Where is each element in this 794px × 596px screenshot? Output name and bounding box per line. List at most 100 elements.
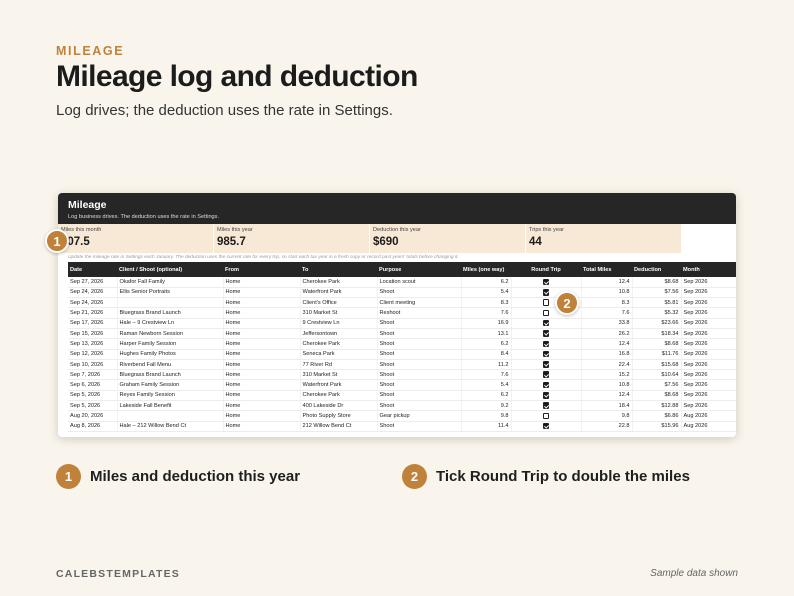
col-deduction[interactable]: Deduction xyxy=(632,262,681,277)
cell-deduction[interactable]: $7.56 xyxy=(632,379,682,391)
cell-from[interactable]: Home xyxy=(223,307,301,319)
cell-month[interactable]: Sep 2026 xyxy=(681,297,736,309)
round-trip-checkbox[interactable] xyxy=(542,299,550,306)
round-trip-checkbox[interactable] xyxy=(542,402,550,409)
cell-to[interactable]: 77 River Rd xyxy=(300,359,378,371)
cell-miles[interactable]: 5.4 xyxy=(461,287,512,299)
cell-month[interactable]: Sep 2026 xyxy=(681,379,736,391)
cell-to[interactable]: Waterfront Park xyxy=(300,379,378,391)
col-month[interactable]: Month xyxy=(681,262,736,277)
cell-from[interactable]: Home xyxy=(223,390,301,402)
cell-miles[interactable]: 11.4 xyxy=(461,421,512,432)
round-trip-checkbox[interactable] xyxy=(542,278,550,286)
cell-client[interactable]: Okafor Fall Family xyxy=(117,277,224,288)
cell-date[interactable]: Sep 5, 2026 xyxy=(68,390,118,402)
cell-miles[interactable]: 7.6 xyxy=(461,369,512,381)
cell-miles[interactable]: 13.1 xyxy=(461,328,512,340)
cell-miles[interactable]: 9.8 xyxy=(461,410,512,422)
cell-client[interactable]: Reyes Family Session xyxy=(117,390,224,402)
cell-from[interactable]: Home xyxy=(223,338,301,350)
round-trip-checkbox[interactable] xyxy=(542,381,550,389)
cell-purpose[interactable]: Location scout xyxy=(377,277,462,288)
cell-month[interactable]: Sep 2026 xyxy=(681,318,736,329)
cell-client[interactable]: Hale – 212 Willow Bend Ct xyxy=(117,421,224,432)
cell-purpose[interactable]: Shoot xyxy=(377,379,462,391)
col-round-trip[interactable]: Round Trip xyxy=(511,262,581,277)
cell-from[interactable]: Home xyxy=(223,318,301,329)
cell-purpose[interactable]: Shoot xyxy=(377,421,462,432)
cell-month[interactable]: Sep 2026 xyxy=(681,307,736,319)
cell-client[interactable]: Graham Family Session xyxy=(117,379,224,391)
cell-date[interactable]: Sep 15, 2026 xyxy=(68,328,118,340)
cell-purpose[interactable]: Shoot xyxy=(377,369,462,381)
cell-purpose[interactable]: Shoot xyxy=(377,390,462,402)
cell-client[interactable]: Lakeside Fall Benefit xyxy=(117,400,224,412)
cell-from[interactable]: Home xyxy=(223,369,301,381)
col-miles[interactable]: Miles (one way) xyxy=(461,262,511,277)
cell-miles[interactable]: 8.3 xyxy=(461,297,512,309)
cell-to[interactable]: Waterfront Park xyxy=(300,287,378,299)
cell-client[interactable]: Bluegrass Brand Launch xyxy=(117,307,224,319)
cell-total-miles[interactable]: 18.4 xyxy=(581,400,633,412)
round-trip-checkbox[interactable] xyxy=(542,330,550,337)
cell-client[interactable] xyxy=(117,410,224,422)
cell-from[interactable]: Home xyxy=(223,297,301,309)
cell-miles[interactable]: 6.2 xyxy=(461,390,512,402)
cell-date[interactable]: Sep 10, 2026 xyxy=(68,359,118,371)
cell-purpose[interactable]: Shoot xyxy=(377,359,462,371)
cell-total-miles[interactable]: 10.8 xyxy=(581,287,633,299)
cell-to[interactable]: Cherokee Park xyxy=(300,277,378,288)
cell-deduction[interactable]: $18.34 xyxy=(632,328,682,340)
cell-month[interactable]: Sep 2026 xyxy=(681,277,736,288)
cell-to[interactable]: Seneca Park xyxy=(300,349,378,360)
cell-deduction[interactable]: $10.64 xyxy=(632,369,682,381)
cell-date[interactable]: Sep 6, 2026 xyxy=(68,379,118,391)
cell-purpose[interactable]: Shoot xyxy=(377,349,462,360)
cell-to[interactable]: 400 Lakeside Dr xyxy=(300,400,378,412)
cell-to[interactable]: Jeffersontown xyxy=(300,328,378,340)
cell-date[interactable]: Aug 8, 2026 xyxy=(68,421,118,432)
round-trip-checkbox[interactable] xyxy=(542,350,550,358)
cell-month[interactable]: Aug 2026 xyxy=(681,421,736,432)
cell-from[interactable]: Home xyxy=(223,287,301,299)
cell-total-miles[interactable]: 12.4 xyxy=(581,338,633,350)
cell-purpose[interactable]: Shoot xyxy=(377,400,462,412)
cell-miles[interactable]: 6.2 xyxy=(461,277,512,288)
cell-purpose[interactable]: Shoot xyxy=(377,318,462,329)
cell-total-miles[interactable]: 9.8 xyxy=(581,410,633,422)
cell-date[interactable]: Sep 27, 2026 xyxy=(68,277,118,288)
cell-month[interactable]: Sep 2026 xyxy=(681,338,736,350)
cell-miles[interactable]: 11.2 xyxy=(461,359,512,371)
cell-client[interactable] xyxy=(117,297,224,309)
cell-date[interactable]: Sep 21, 2026 xyxy=(68,307,118,319)
cell-date[interactable]: Sep 7, 2026 xyxy=(68,369,118,381)
cell-client[interactable]: Ellis Senior Portraits xyxy=(117,287,224,299)
cell-total-miles[interactable]: 22.8 xyxy=(581,421,633,432)
cell-purpose[interactable]: Shoot xyxy=(377,338,462,350)
cell-to[interactable]: 310 Market St xyxy=(300,369,378,381)
col-total-miles[interactable]: Total Miles xyxy=(581,262,632,277)
cell-from[interactable]: Home xyxy=(223,277,301,288)
cell-client[interactable]: Harper Family Session xyxy=(117,338,224,350)
cell-deduction[interactable]: $7.56 xyxy=(632,287,682,299)
cell-total-miles[interactable]: 22.4 xyxy=(581,359,633,371)
cell-client[interactable]: Bluegrass Brand Launch xyxy=(117,369,224,381)
cell-date[interactable]: Sep 24, 2026 xyxy=(68,287,118,299)
cell-to[interactable]: Client's Office xyxy=(300,297,378,309)
cell-client[interactable]: Riverbend Fall Menu xyxy=(117,359,224,371)
round-trip-checkbox[interactable] xyxy=(542,422,550,430)
round-trip-checkbox[interactable] xyxy=(542,289,550,296)
cell-miles[interactable]: 5.4 xyxy=(461,379,512,391)
cell-client[interactable]: Hale – 9 Crestview Ln xyxy=(117,318,224,329)
cell-miles[interactable]: 16.9 xyxy=(461,318,512,329)
cell-client[interactable]: Hughes Family Photos xyxy=(117,349,224,360)
col-client[interactable]: Client / Shoot (optional) xyxy=(117,262,223,277)
cell-total-miles[interactable]: 8.3 xyxy=(581,297,633,309)
round-trip-checkbox[interactable] xyxy=(542,340,550,348)
cell-to[interactable]: Cherokee Park xyxy=(300,390,378,402)
cell-miles[interactable]: 7.6 xyxy=(461,307,512,319)
round-trip-checkbox[interactable] xyxy=(542,371,550,378)
col-date[interactable]: Date xyxy=(68,262,117,277)
cell-client[interactable]: Raman Newborn Session xyxy=(117,328,224,340)
cell-to[interactable]: 310 Market St xyxy=(300,307,378,319)
